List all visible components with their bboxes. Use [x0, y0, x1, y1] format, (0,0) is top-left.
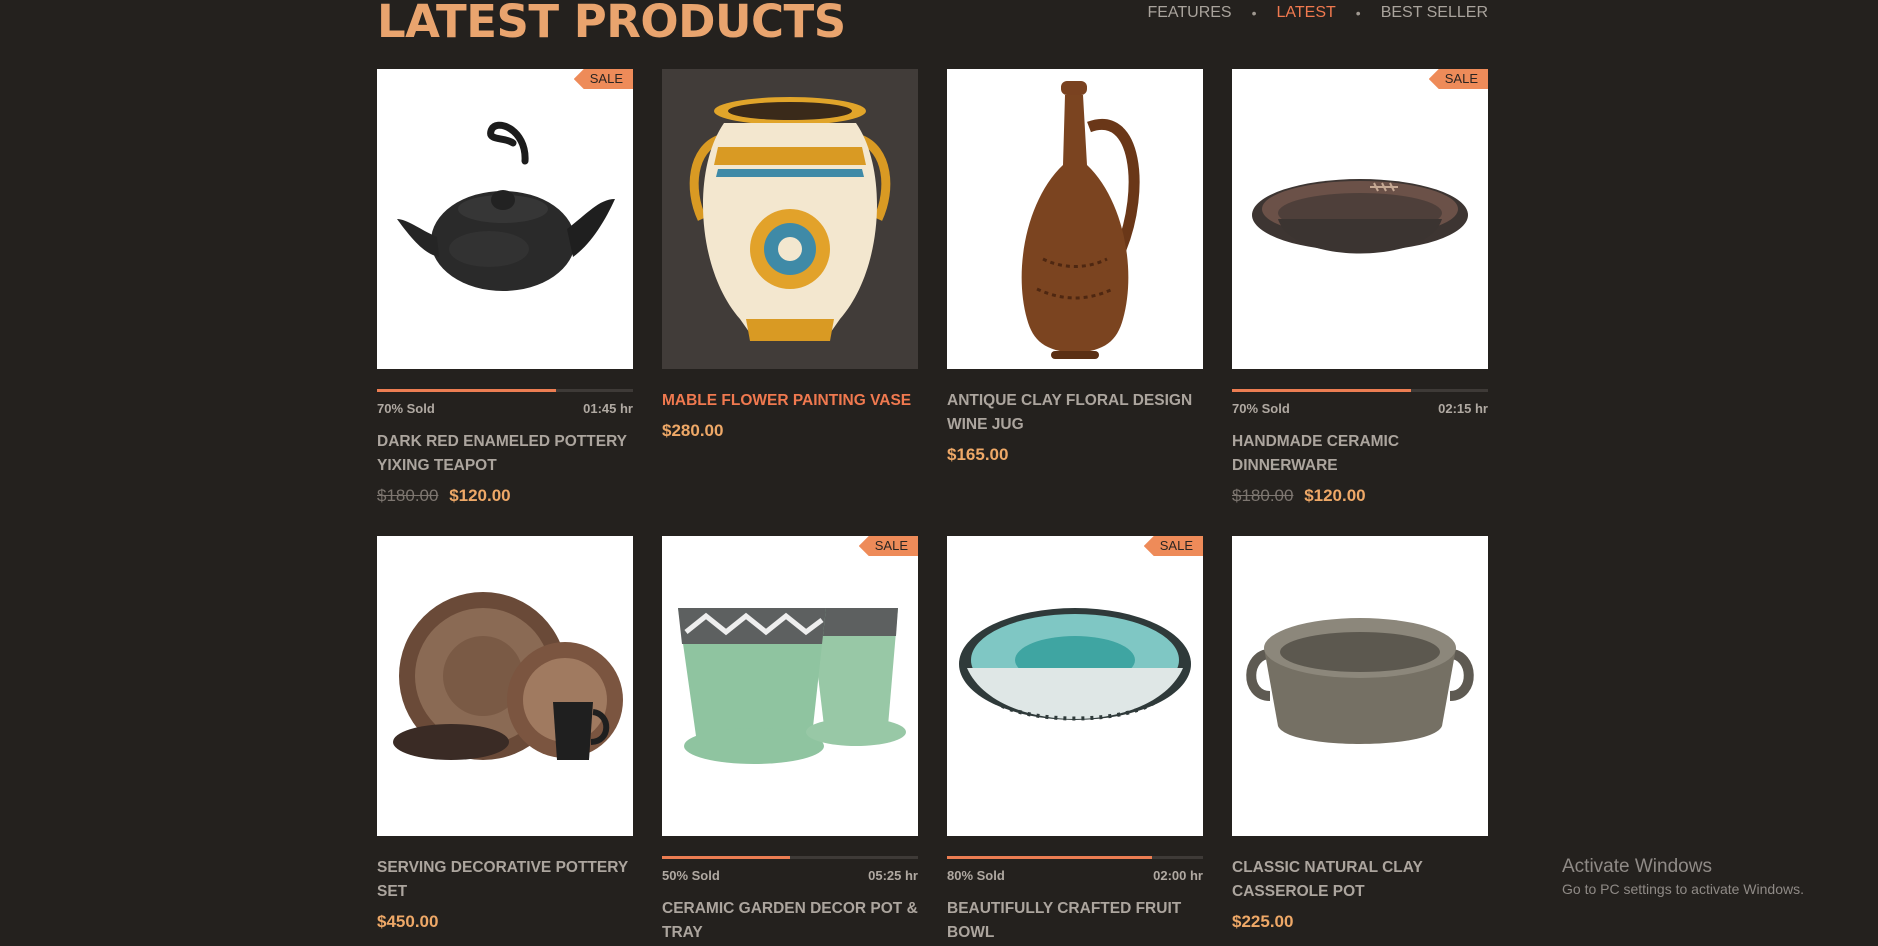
tab-features[interactable]: FEATURES	[1147, 4, 1231, 22]
sold-text: 50% Sold	[662, 868, 720, 883]
product-image-pottery-set[interactable]	[377, 536, 633, 836]
product-card[interactable]: SALE 70% Sold 02:15 hr HANDMADE CERAMIC …	[1232, 69, 1488, 506]
sale-badge: SALE	[573, 69, 633, 89]
old-price: $180.00	[1232, 486, 1294, 505]
product-card[interactable]: SALE 50% Sold 05:25 hr CERAMIC GARDEN DE…	[662, 536, 918, 945]
product-card[interactable]: SERVING DECORATIVE POTTERY SET $450.00	[377, 536, 633, 932]
tab-separator-dot: •	[1251, 5, 1257, 21]
watermark-subtitle: Go to PC settings to activate Windows.	[1562, 881, 1804, 897]
tab-latest[interactable]: LATEST	[1277, 4, 1336, 22]
tab-separator-dot: •	[1355, 5, 1361, 21]
product-name[interactable]: CERAMIC GARDEN DECOR POT & TRAY	[662, 897, 918, 945]
sold-progress-bar	[377, 389, 633, 392]
product-card[interactable]: ANTIQUE CLAY FLORAL DESIGN WINE JUG $165…	[947, 69, 1203, 465]
product-name[interactable]: HANDMADE CERAMIC DINNERWARE	[1232, 430, 1488, 478]
product-image-black-teapot[interactable]: SALE	[377, 69, 633, 369]
activation-watermark: Activate Windows Go to PC settings to ac…	[1562, 855, 1804, 899]
product-card[interactable]: MABLE FLOWER PAINTING VASE $280.00	[662, 69, 918, 441]
product-tabs: FEATURES • LATEST • BEST SELLER	[1147, 2, 1488, 24]
sold-progress-fill	[377, 389, 557, 392]
product-card[interactable]: CLASSIC NATURAL CLAY CASSEROLE POT $225.…	[1232, 536, 1488, 932]
price: $120.00	[1304, 486, 1366, 505]
sold-progress-fill	[1232, 389, 1412, 392]
product-name[interactable]: ANTIQUE CLAY FLORAL DESIGN WINE JUG	[947, 389, 1203, 437]
product-image-casserole-pot[interactable]	[1232, 536, 1488, 836]
sold-progress-bar	[662, 856, 918, 859]
product-image-ceramic-dish[interactable]: SALE	[1232, 69, 1488, 369]
tab-best-seller[interactable]: BEST SELLER	[1381, 4, 1488, 22]
product-name[interactable]: CLASSIC NATURAL CLAY CASSEROLE POT	[1232, 856, 1488, 904]
old-price: $180.00	[377, 486, 439, 505]
product-image-fruit-bowl[interactable]: SALE	[947, 536, 1203, 836]
product-card[interactable]: SALE 80% Sold 02:00 hr BEAUTIFULLY CRAFT…	[947, 536, 1203, 945]
sold-progress-fill	[947, 856, 1152, 859]
time-left: 05:25 hr	[868, 868, 918, 883]
sale-badge: SALE	[1143, 536, 1203, 556]
product-image-painted-vase[interactable]	[662, 69, 918, 369]
price: $225.00	[1232, 912, 1294, 931]
sold-progress-fill	[662, 856, 790, 859]
price: $450.00	[377, 912, 439, 931]
product-image-garden-pots[interactable]: SALE	[662, 536, 918, 836]
time-left: 02:15 hr	[1438, 401, 1488, 416]
time-left: 02:00 hr	[1153, 868, 1203, 883]
price: $165.00	[947, 445, 1009, 464]
price: $120.00	[449, 486, 511, 505]
price: $280.00	[662, 421, 724, 440]
sale-badge: SALE	[858, 536, 918, 556]
sold-text: 80% Sold	[947, 868, 1005, 883]
sold-text: 70% Sold	[377, 401, 435, 416]
sold-progress-bar	[1232, 389, 1488, 392]
product-name[interactable]: SERVING DECORATIVE POTTERY SET	[377, 856, 633, 904]
product-card[interactable]: SALE 70% Sold 01:45 hr DARK RED ENAMELED…	[377, 69, 633, 506]
sold-progress-bar	[947, 856, 1203, 859]
product-name[interactable]: BEAUTIFULLY CRAFTED FRUIT BOWL	[947, 897, 1203, 945]
section-title: LATEST PRODUCTS	[377, 0, 846, 48]
sold-text: 70% Sold	[1232, 401, 1290, 416]
product-image-clay-wine-jug[interactable]	[947, 69, 1203, 369]
time-left: 01:45 hr	[583, 401, 633, 416]
sale-badge: SALE	[1428, 69, 1488, 89]
product-name[interactable]: MABLE FLOWER PAINTING VASE	[662, 389, 918, 413]
product-name[interactable]: DARK RED ENAMELED POTTERY YIXING TEAPOT	[377, 430, 633, 478]
watermark-title: Activate Windows	[1562, 856, 1712, 877]
